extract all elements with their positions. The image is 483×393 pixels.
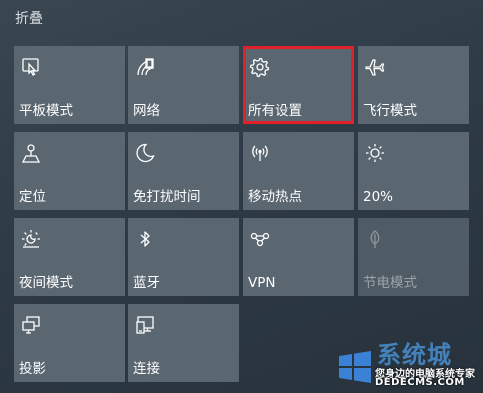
tile-label: 20% (363, 189, 394, 205)
battery-saver-icon (364, 228, 386, 250)
tile-label: 夜间模式 (19, 275, 73, 291)
tile-brightness[interactable]: 20% (358, 132, 469, 210)
site-watermark: 系统城 您身边的电脑系统专家 DEDECMS.COM (333, 333, 483, 393)
tile-label: 节电模式 (363, 275, 417, 291)
tile-label: 免打扰时间 (133, 189, 201, 205)
bluetooth-icon (134, 228, 156, 250)
tile-label: 连接 (133, 361, 160, 377)
vpn-icon (249, 228, 271, 250)
tile-label: 定位 (19, 189, 46, 205)
tile-label: 飞行模式 (363, 103, 417, 119)
mobile-hotspot-icon (249, 142, 271, 164)
settings-gear-icon (249, 56, 271, 78)
connect-icon (134, 314, 156, 336)
tile-project[interactable]: 投影 (14, 304, 125, 382)
tile-label: 平板模式 (19, 103, 73, 119)
tile-night-light[interactable]: 夜间模式 (14, 218, 125, 296)
tile-bluetooth[interactable]: 蓝牙 (128, 218, 239, 296)
tile-label: 投影 (19, 361, 46, 377)
tile-label: VPN (248, 275, 276, 291)
tile-label: 所有设置 (248, 103, 302, 119)
network-icon (134, 56, 156, 78)
tile-connect[interactable]: 连接 (128, 304, 239, 382)
tile-airplane-mode[interactable]: 飞行模式 (358, 46, 469, 124)
tile-label: 移动热点 (248, 189, 302, 205)
moon-icon (134, 142, 156, 164)
tile-label: 网络 (133, 103, 160, 119)
location-icon (20, 142, 42, 164)
tile-mobile-hotspot[interactable]: 移动热点 (243, 132, 354, 210)
tile-all-settings[interactable]: 所有设置 (243, 46, 354, 124)
windows-logo-icon (339, 351, 371, 383)
tablet-mode-icon (20, 56, 42, 78)
airplane-icon (364, 56, 386, 78)
tile-network[interactable]: 网络 (128, 46, 239, 124)
brightness-icon (364, 142, 386, 164)
tile-battery-saver[interactable]: 节电模式 (358, 218, 469, 296)
watermark-url: DEDECMS.COM (375, 377, 465, 388)
tile-vpn[interactable]: VPN (243, 218, 354, 296)
tile-quiet-hours[interactable]: 免打扰时间 (128, 132, 239, 210)
project-icon (20, 314, 42, 336)
collapse-link[interactable]: 折叠 (15, 8, 43, 28)
tile-label: 蓝牙 (133, 275, 160, 291)
night-light-icon (20, 228, 42, 250)
tile-location[interactable]: 定位 (14, 132, 125, 210)
tile-tablet-mode[interactable]: 平板模式 (14, 46, 125, 124)
